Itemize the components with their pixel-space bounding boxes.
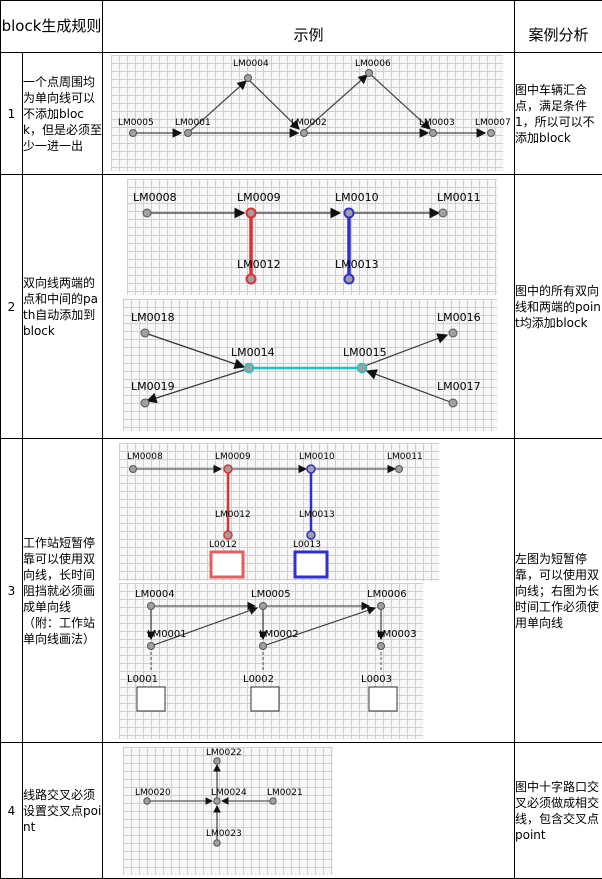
node-label: L0001 bbox=[127, 674, 158, 685]
node-label: LM0016 bbox=[437, 311, 481, 324]
diagram-2: LM0008 LM0009 LM0010 LM0011 LM0012 LM001… bbox=[131, 191, 481, 408]
rule-text: 线路交叉必须设置交叉点point bbox=[22, 742, 103, 879]
header-example: 示例 bbox=[102, 0, 515, 53]
node-label: LM0001 bbox=[147, 629, 187, 640]
diagram-3: LM0008 LM0009 LM0010 LM0011 LM0012 LM001… bbox=[127, 452, 423, 712]
rule-row-4: 4 线路交叉必须设置交叉点point LM0022 LM0020 LM0024 … bbox=[0, 742, 602, 879]
node-label: LM0010 bbox=[299, 452, 335, 462]
analysis-text: 图中的所有双向线和两端的point均添加block bbox=[514, 174, 602, 439]
node-label: LM0023 bbox=[206, 829, 242, 839]
header-analysis: 案例分析 bbox=[514, 0, 602, 53]
node-label: LM0005 bbox=[118, 118, 154, 128]
node-label: LM0009 bbox=[237, 191, 281, 204]
node-label: LM0014 bbox=[231, 346, 275, 359]
node-label: L0013 bbox=[293, 540, 321, 550]
node-label: LM0010 bbox=[335, 191, 379, 204]
rule-text: 一个点周围均为单向线可以不添加block，但是必须至少一进一出 bbox=[22, 52, 103, 175]
rule-text: 工作站短暂停靠可以使用双向线，长时间阻挡就必须画成单向线（附：工作站单向线画法） bbox=[22, 438, 103, 743]
analysis-text: 图中十字路口交叉必须做成相交线，包含交叉点point bbox=[514, 742, 602, 879]
node-label: LM0001 bbox=[175, 118, 211, 128]
node-label: LM0011 bbox=[437, 191, 481, 204]
example-figure-2: LM0008 LM0009 LM0010 LM0011 LM0012 LM001… bbox=[102, 174, 515, 439]
node-label: LM0012 bbox=[237, 258, 281, 271]
rule-text: 双向线两端的点和中间的path自动添加到block bbox=[22, 174, 103, 439]
node-label: LM0005 bbox=[251, 589, 291, 600]
node-label: LM0003 bbox=[419, 118, 455, 128]
example-figure-4: LM0022 LM0020 LM0024 LM0021 LM0023 bbox=[102, 742, 515, 879]
node-label: LM0024 bbox=[211, 788, 247, 798]
node-label: LM0013 bbox=[335, 258, 379, 271]
diagram-4: LM0022 LM0020 LM0024 LM0021 LM0023 bbox=[135, 748, 303, 847]
analysis-text: 图中车辆汇合点，满足条件1，所以可以不添加block bbox=[514, 52, 602, 175]
analysis-text: 左图为短暂停靠，可以使用双向线；右图为长时间工作必须使用单向线 bbox=[514, 438, 602, 743]
node-label: L0002 bbox=[243, 674, 274, 685]
node-label: LM0022 bbox=[206, 748, 242, 758]
node-label: LM0011 bbox=[387, 452, 423, 462]
node-label: LM0002 bbox=[291, 118, 327, 128]
example-figure-3: LM0008 LM0009 LM0010 LM0011 LM0012 LM001… bbox=[102, 438, 515, 743]
node-label: LM0019 bbox=[131, 380, 175, 393]
row-number: 4 bbox=[0, 742, 23, 879]
node-label: LM0015 bbox=[343, 346, 387, 359]
node-label: LM0020 bbox=[135, 788, 171, 798]
node-label: L0012 bbox=[209, 540, 237, 550]
node-label: L0003 bbox=[361, 674, 392, 685]
node-label: LM0002 bbox=[259, 629, 299, 640]
node-label: LM0013 bbox=[299, 510, 335, 520]
header-rule: block生成规则 bbox=[0, 0, 103, 53]
node-label: LM0008 bbox=[133, 191, 177, 204]
example-figure-1: LM0004 LM0006 LM0005 LM0001 LM0002 LM000… bbox=[102, 52, 515, 175]
node-label: LM0012 bbox=[215, 510, 251, 520]
row-number: 3 bbox=[0, 438, 23, 743]
node-label: LM0009 bbox=[215, 452, 251, 462]
node-label: LM0021 bbox=[267, 788, 303, 798]
diagram-1: LM0004 LM0006 LM0005 LM0001 LM0002 LM000… bbox=[118, 59, 511, 138]
rule-row-3: 3 工作站短暂停靠可以使用双向线，长时间阻挡就必须画成单向线（附：工作站单向线画… bbox=[0, 438, 602, 743]
node-label: LM0017 bbox=[437, 380, 481, 393]
rule-row-1: 1 一个点周围均为单向线可以不添加block，但是必须至少一进一出 LM0004… bbox=[0, 52, 602, 175]
node-label: LM0004 bbox=[135, 589, 175, 600]
node-label: LM0008 bbox=[127, 452, 163, 462]
node-label: LM0003 bbox=[377, 629, 417, 640]
node-label: LM0006 bbox=[355, 59, 391, 69]
header-row: block生成规则 示例 案例分析 bbox=[0, 0, 602, 53]
node-label: LM0004 bbox=[233, 59, 269, 69]
node-label: LM0007 bbox=[475, 118, 511, 128]
rule-row-2: 2 双向线两端的点和中间的path自动添加到block LM0008 LM000… bbox=[0, 174, 602, 439]
row-number: 2 bbox=[0, 174, 23, 439]
rules-table: block生成规则 示例 案例分析 1 一个点周围均为单向线可以不添加block… bbox=[0, 0, 602, 879]
row-number: 1 bbox=[0, 52, 23, 175]
node-label: LM0006 bbox=[367, 589, 407, 600]
node-label: LM0018 bbox=[131, 311, 175, 324]
